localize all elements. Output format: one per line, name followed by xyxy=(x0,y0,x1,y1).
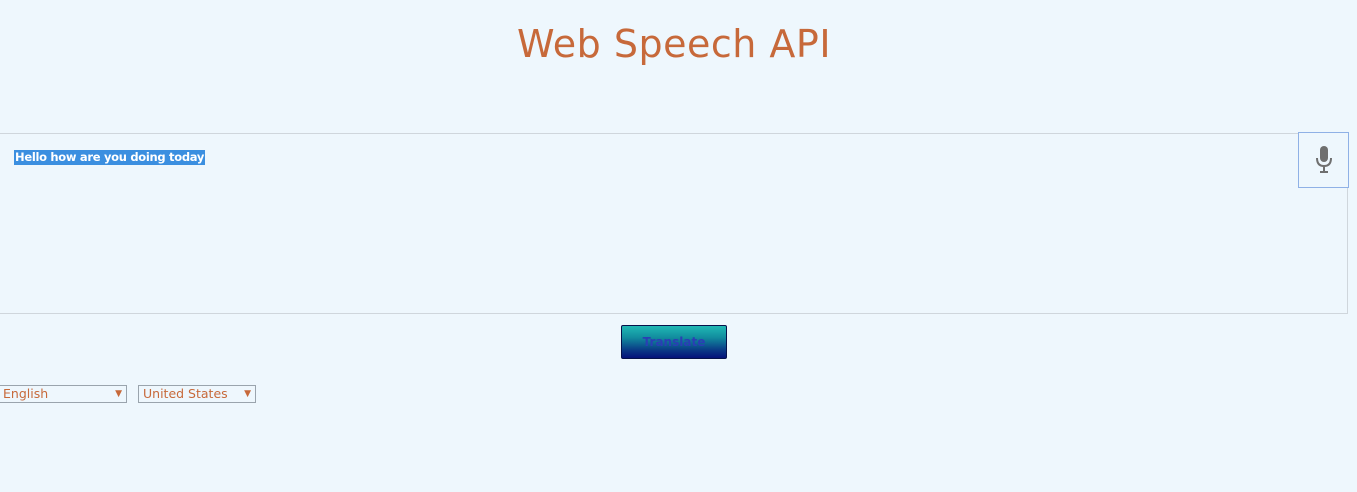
chevron-down-icon: ▼ xyxy=(115,389,122,399)
transcript-area[interactable]: Hello how are you doing today xyxy=(0,133,1348,314)
page-title: Web Speech API xyxy=(516,22,832,66)
dialect-select-value: United States xyxy=(143,386,228,401)
chevron-down-icon: ▼ xyxy=(244,389,251,399)
translate-button[interactable]: Translate xyxy=(621,325,727,359)
language-select[interactable]: English ▼ xyxy=(0,385,127,403)
microphone-icon xyxy=(1315,146,1332,173)
language-select-value: English xyxy=(3,386,49,401)
mic-button[interactable] xyxy=(1298,132,1349,188)
transcript-text[interactable]: Hello how are you doing today xyxy=(14,150,206,165)
dialect-select[interactable]: United States ▼ xyxy=(138,385,256,403)
